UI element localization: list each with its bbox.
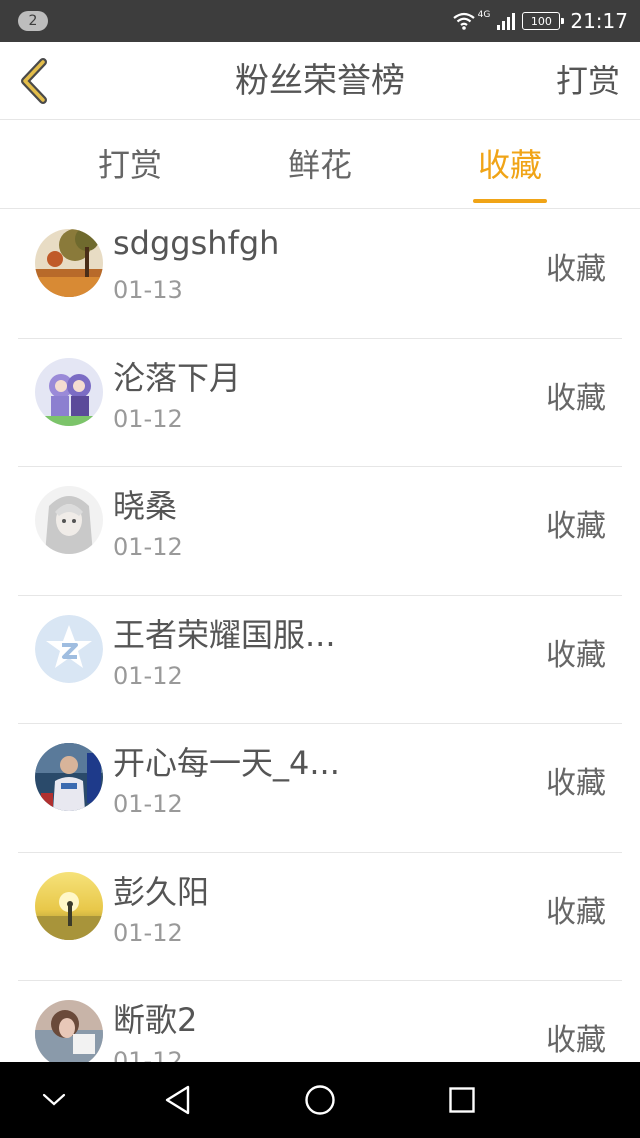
avatar	[35, 486, 103, 554]
chevron-left-icon	[21, 58, 47, 104]
favorite-label: 收藏	[546, 509, 606, 544]
back-button[interactable]	[12, 56, 56, 106]
fan-list[interactable]: sdggshfgh 01-13 收藏 沦落下月 01-12 收藏 晓桑 01-1…	[0, 210, 640, 1062]
network-type: 4G	[477, 10, 491, 20]
hide-nav-button[interactable]	[14, 1062, 94, 1138]
battery-icon: 100	[522, 12, 565, 30]
home-circle-icon	[305, 1085, 335, 1115]
user-name: 王者荣耀国服...	[113, 615, 336, 654]
tab-bar: 打赏 鲜花 收藏	[0, 121, 640, 209]
list-item[interactable]: 晓桑 01-12 收藏	[18, 467, 622, 596]
favorite-label: 收藏	[546, 1023, 606, 1058]
system-nav-bar	[0, 1062, 640, 1138]
recents-square-icon	[449, 1087, 475, 1113]
user-name: 开心每一天_4...	[113, 744, 340, 782]
list-item[interactable]: 开心每一天_4... 01-12 收藏	[18, 724, 622, 853]
nav-recents-button[interactable]	[422, 1062, 502, 1138]
avatar	[35, 743, 103, 811]
app-header: 粉丝荣誉榜 打赏	[0, 42, 640, 120]
avatar	[35, 1000, 103, 1062]
notification-badge: 2	[18, 11, 48, 31]
list-item[interactable]: 断歌2 01-12 收藏	[18, 981, 622, 1062]
nav-back-button[interactable]	[138, 1062, 218, 1138]
avatar	[35, 357, 103, 426]
active-tab-indicator	[473, 199, 547, 203]
battery-level: 100	[530, 14, 552, 28]
wifi-icon	[452, 12, 475, 30]
clock: 21:17	[570, 9, 628, 33]
signal-icon	[497, 13, 516, 30]
status-indicators: 4G 100 21:17	[452, 0, 628, 42]
list-item[interactable]: 彭久阳 01-12 收藏	[18, 853, 622, 981]
avatar	[35, 229, 103, 297]
favorite-label: 收藏	[546, 894, 606, 930]
nav-home-button[interactable]	[280, 1062, 360, 1138]
user-name: 断歌2	[113, 1001, 198, 1039]
list-item[interactable]: 王者荣耀国服... 01-12 收藏	[18, 596, 622, 724]
user-date: 01-12	[113, 404, 183, 433]
tab-favorites[interactable]: 收藏	[450, 121, 570, 209]
reward-button[interactable]: 打赏	[556, 42, 620, 120]
status-bar: 2 4G 100 21:17	[0, 0, 640, 42]
favorite-label: 收藏	[546, 766, 606, 801]
back-triangle-icon	[165, 1085, 190, 1115]
user-date: 01-13	[113, 276, 183, 304]
user-date: 01-12	[113, 533, 183, 561]
user-date: 01-12	[113, 918, 183, 947]
user-name: 沦落下月	[113, 358, 242, 397]
chevron-down-icon	[42, 1093, 66, 1106]
tab-reward[interactable]: 打赏	[70, 121, 190, 209]
list-item[interactable]: 沦落下月 01-12 收藏	[18, 339, 622, 467]
user-date: 01-12	[113, 661, 183, 690]
user-date: 01-12	[113, 790, 183, 818]
avatar	[35, 871, 103, 940]
favorite-label: 收藏	[546, 380, 606, 416]
favorite-label: 收藏	[546, 252, 606, 287]
page-title: 粉丝荣誉榜	[235, 61, 405, 101]
avatar	[35, 614, 103, 683]
tab-flowers[interactable]: 鲜花	[260, 121, 380, 209]
user-name: sdggshfgh	[113, 224, 280, 262]
user-name: 晓桑	[113, 487, 178, 525]
user-name: 彭久阳	[113, 872, 210, 911]
list-item[interactable]: sdggshfgh 01-13 收藏	[18, 210, 622, 339]
user-date: 01-12	[113, 1047, 183, 1062]
favorite-label: 收藏	[546, 637, 606, 673]
